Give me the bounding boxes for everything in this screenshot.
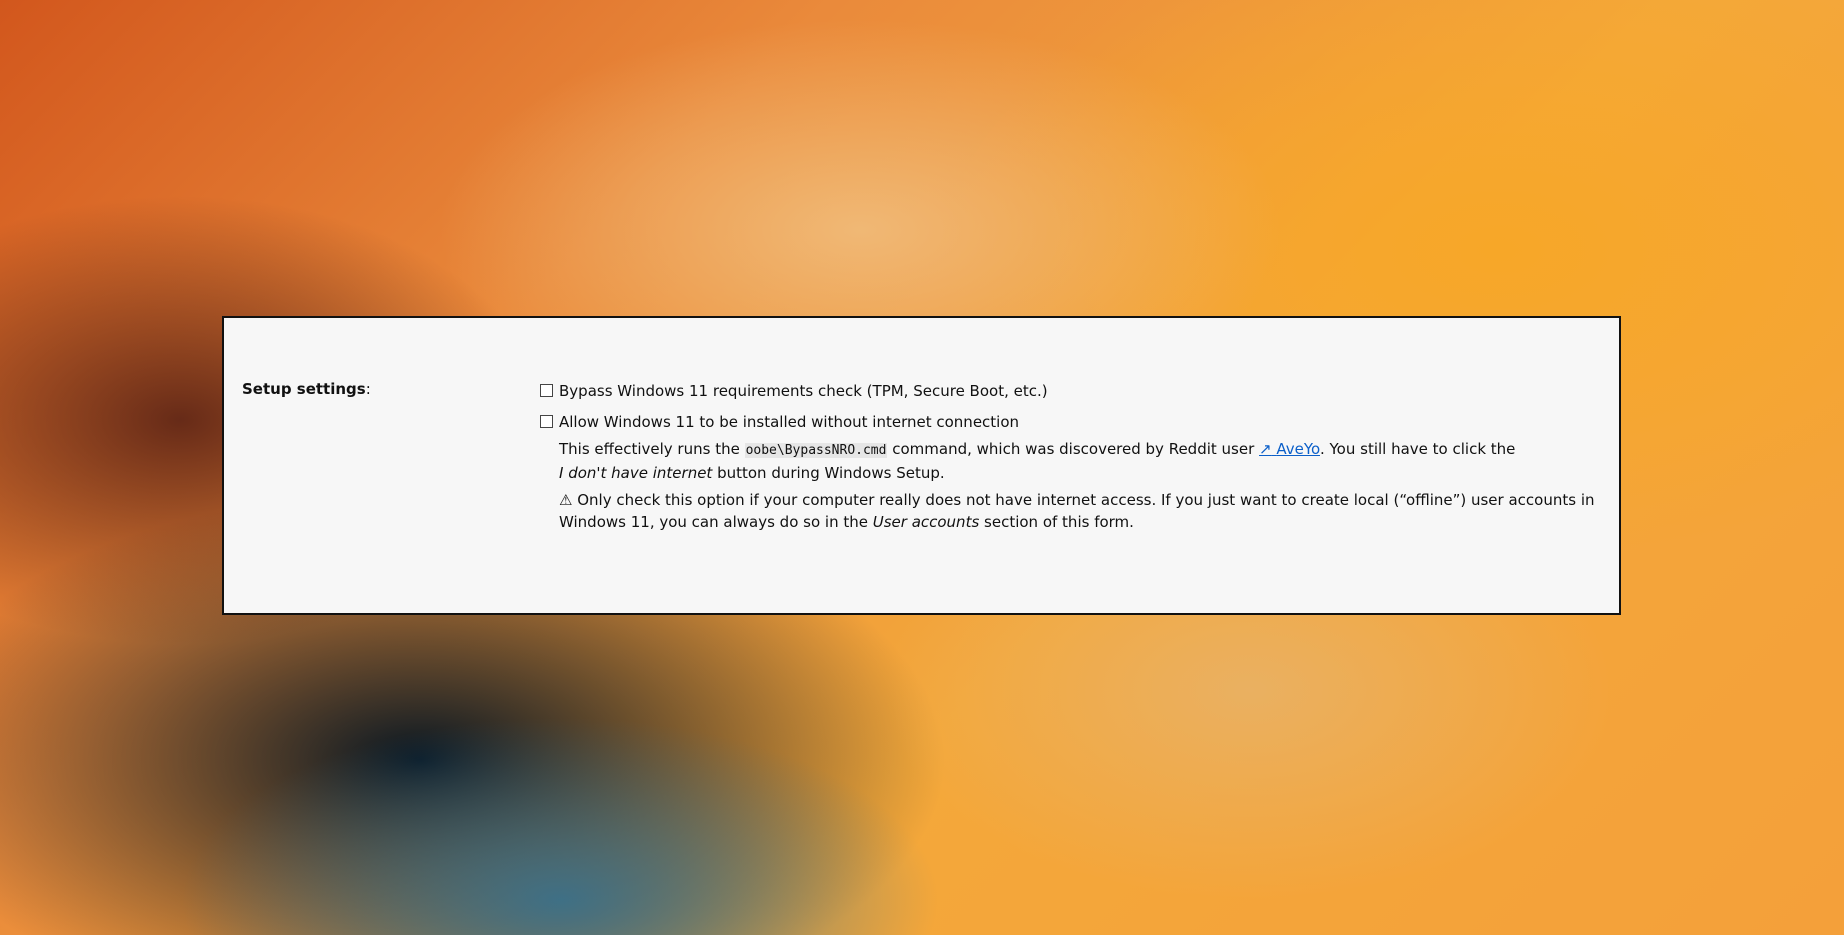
section-label: Setup settings:: [242, 380, 371, 398]
aveyo-link[interactable]: ↗ AveYo: [1259, 440, 1320, 458]
setup-options: Bypass Windows 11 requirements check (TP…: [540, 380, 1600, 538]
setup-settings-panel: Setup settings: Bypass Windows 11 requir…: [222, 316, 1621, 615]
no-internet-button-name: I don't have internet: [559, 464, 713, 482]
warning-text: ⚠ Only check this option if your compute…: [559, 491, 1595, 531]
external-link-icon: ↗: [1259, 440, 1272, 458]
bypass-requirements-label[interactable]: Bypass Windows 11 requirements check (TP…: [559, 380, 1048, 402]
nro-explanation: This effectively runs the oobe\BypassNRO…: [559, 440, 1516, 482]
user-accounts-section-name: User accounts: [872, 513, 980, 531]
bypass-requirements-option[interactable]: Bypass Windows 11 requirements check (TP…: [540, 380, 1600, 402]
bypass-network-label[interactable]: Allow Windows 11 to be installed without…: [559, 411, 1019, 433]
bypass-requirements-checkbox[interactable]: [540, 384, 553, 397]
warning-icon: ⚠: [559, 491, 573, 509]
bypass-network-option[interactable]: Allow Windows 11 to be installed without…: [540, 411, 1600, 433]
bypass-network-checkbox[interactable]: [540, 415, 553, 428]
command-code: oobe\BypassNRO.cmd: [744, 443, 888, 458]
bypass-network-description: This effectively runs the oobe\BypassNRO…: [559, 438, 1600, 533]
